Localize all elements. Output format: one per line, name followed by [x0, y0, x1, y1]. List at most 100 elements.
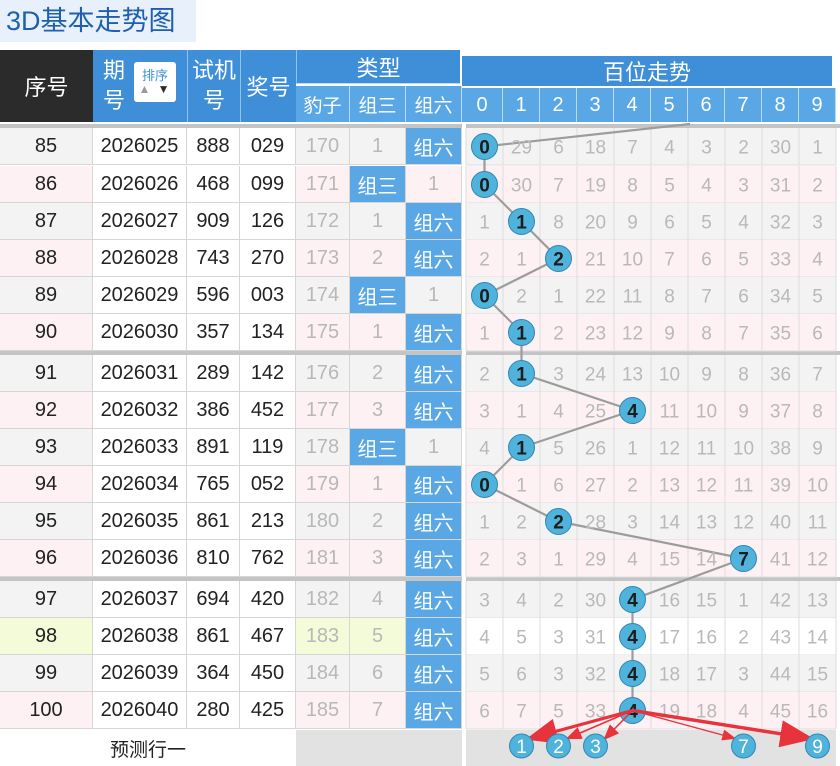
omission-value: 8 — [738, 365, 749, 386]
omission-value: 4 — [479, 439, 490, 460]
omission-value: 8 — [701, 324, 712, 345]
omission-value: 32 — [770, 213, 791, 234]
omission-value: 3 — [553, 628, 564, 649]
omission-value: 43 — [770, 628, 791, 649]
omission-value: 7 — [812, 365, 823, 386]
omission-value: 5 — [516, 628, 527, 649]
omission-value: 9 — [812, 439, 823, 460]
omission-value: 3 — [701, 138, 712, 159]
hit-ball-number: 4 — [627, 628, 638, 649]
omission-value: 36 — [770, 365, 791, 386]
omission-value: 4 — [738, 213, 749, 234]
omission-value: 44 — [770, 665, 792, 686]
omission-value: 14 — [696, 550, 718, 571]
omission-value: 18 — [585, 138, 606, 159]
omission-value: 15 — [696, 591, 717, 612]
omission-value: 26 — [585, 439, 606, 460]
omission-value: 12 — [807, 550, 828, 571]
omission-value: 31 — [585, 628, 606, 649]
hit-ball-number: 4 — [627, 665, 638, 686]
omission-value: 1 — [516, 476, 527, 497]
omission-value: 40 — [770, 513, 791, 534]
prediction-ball-number: 2 — [553, 737, 564, 758]
omission-value: 2 — [479, 550, 490, 571]
omission-value: 8 — [553, 213, 564, 234]
omission-value: 7 — [516, 702, 527, 723]
omission-value: 7 — [627, 138, 638, 159]
omission-value: 11 — [734, 476, 754, 497]
hit-ball-number: 0 — [479, 287, 490, 308]
omission-value: 45 — [770, 702, 791, 723]
omission-value: 4 — [516, 591, 527, 612]
omission-value: 2 — [627, 476, 638, 497]
hit-ball-number: 2 — [553, 250, 564, 271]
hit-ball-number: 7 — [738, 550, 749, 571]
hit-ball-number: 2 — [553, 513, 564, 534]
omission-value: 14 — [807, 628, 829, 649]
omission-value: 3 — [553, 665, 564, 686]
prediction-ball-number: 1 — [516, 737, 527, 758]
omission-value: 19 — [585, 176, 606, 197]
omission-value: 33 — [770, 250, 791, 271]
hit-ball-number: 0 — [479, 138, 490, 159]
omission-value: 5 — [701, 213, 712, 234]
omission-value: 5 — [812, 287, 823, 308]
omission-value: 13 — [696, 513, 717, 534]
omission-value: 7 — [553, 176, 564, 197]
omission-value: 35 — [770, 324, 791, 345]
omission-value: 9 — [701, 365, 712, 386]
omission-value: 1 — [479, 513, 490, 534]
omission-value: 10 — [659, 365, 680, 386]
omission-value: 29 — [585, 550, 606, 571]
omission-value: 15 — [659, 550, 680, 571]
omission-value: 1 — [479, 213, 490, 234]
omission-value: 30 — [585, 591, 606, 612]
omission-value: 1 — [516, 402, 527, 423]
omission-value: 42 — [770, 591, 791, 612]
omission-value: 6 — [701, 250, 712, 271]
omission-value: 13 — [807, 591, 828, 612]
omission-value: 5 — [553, 702, 564, 723]
omission-value: 6 — [516, 665, 527, 686]
omission-value: 5 — [664, 176, 675, 197]
omission-value: 6 — [553, 476, 564, 497]
omission-value: 1 — [553, 550, 564, 571]
omission-value: 7 — [738, 324, 749, 345]
omission-value: 6 — [553, 138, 564, 159]
omission-value: 3 — [479, 402, 490, 423]
omission-value: 38 — [770, 439, 791, 460]
omission-value: 24 — [585, 365, 607, 386]
omission-value: 7 — [664, 250, 675, 271]
omission-value: 4 — [812, 250, 823, 271]
omission-value: 3 — [812, 213, 823, 234]
omission-value: 9 — [738, 402, 749, 423]
omission-value: 1 — [738, 591, 749, 612]
hit-ball-number: 1 — [516, 439, 527, 460]
hit-ball-number: 0 — [479, 176, 490, 197]
omission-value: 12 — [622, 324, 643, 345]
trend-board: 3D基本走势图 序号 期 号 排序 ▲ ▼ 试机 号 奖号 类型 豹子 组三 组六 … — [0, 0, 840, 766]
hit-ball-number: 4 — [627, 402, 638, 423]
omission-value: 2 — [553, 324, 564, 345]
omission-value: 16 — [696, 628, 717, 649]
omission-value: 34 — [770, 287, 792, 308]
omission-value: 21 — [585, 250, 606, 271]
omission-value: 1 — [627, 439, 638, 460]
omission-value: 9 — [627, 213, 638, 234]
omission-value: 20 — [585, 213, 606, 234]
omission-value: 3 — [738, 665, 749, 686]
omission-value: 1 — [812, 138, 823, 159]
omission-value: 4 — [701, 176, 712, 197]
omission-value: 2 — [553, 591, 564, 612]
omission-value: 17 — [659, 628, 680, 649]
omission-value: 16 — [807, 702, 828, 723]
omission-value: 37 — [770, 402, 791, 423]
omission-value: 1 — [516, 250, 527, 271]
omission-value: 2 — [738, 628, 749, 649]
omission-value: 10 — [807, 476, 828, 497]
omission-value: 2 — [516, 287, 527, 308]
trend-overlay: 29 6 18 7 4 3 2 30 130 7 19 8 5 4 3 31 21 8 20 9 6 5 4 32 32 1 21 1… — [465, 122, 837, 759]
omission-value: 12 — [659, 439, 680, 460]
omission-value: 30 — [511, 176, 532, 197]
omission-value: 23 — [585, 324, 606, 345]
